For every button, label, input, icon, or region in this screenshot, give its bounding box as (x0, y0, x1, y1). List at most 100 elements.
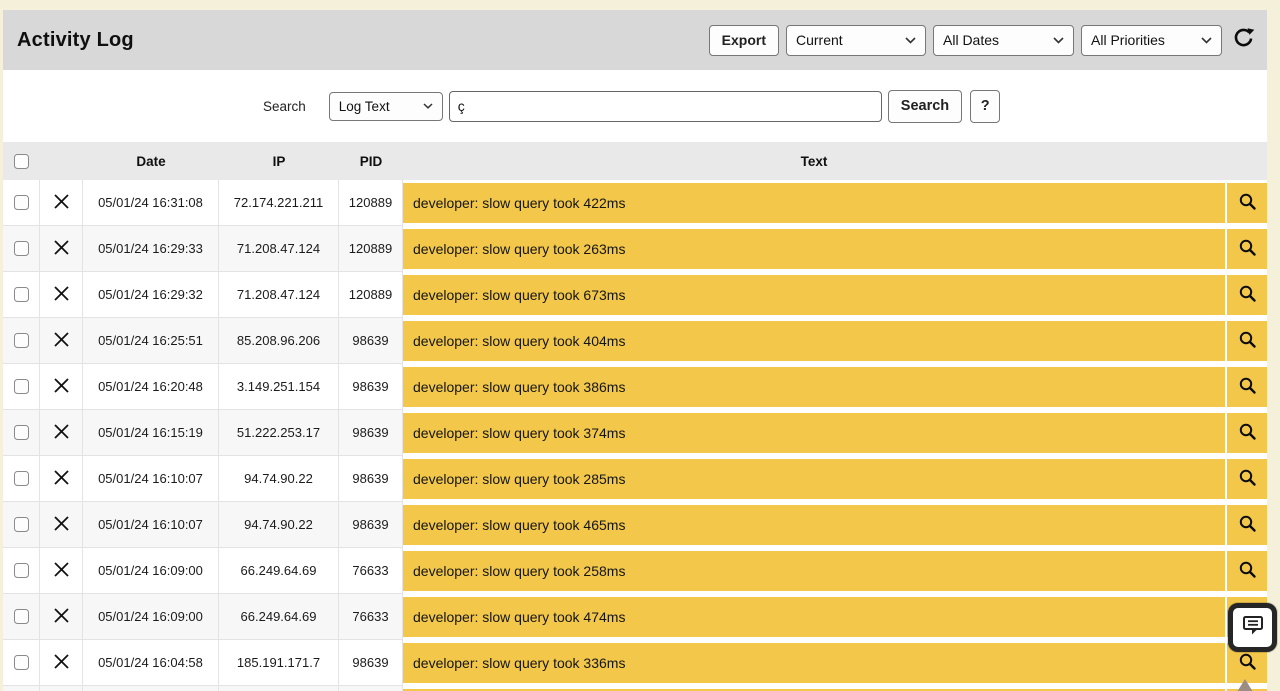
pid-cell: 98639 (339, 502, 403, 548)
text-cell: developer: slow query took 474ms (403, 594, 1225, 640)
magnify-button[interactable] (1227, 551, 1267, 591)
row-checkbox[interactable] (14, 287, 29, 302)
x-icon (53, 377, 70, 397)
refresh-icon (1232, 27, 1255, 53)
chevron-down-icon (905, 37, 916, 44)
row-checkbox[interactable] (14, 517, 29, 532)
log-text: developer: slow query took 404ms (403, 321, 1225, 361)
delete-button[interactable] (53, 607, 70, 627)
text-cell: developer: slow query took 374ms (403, 410, 1225, 456)
row-checkbox[interactable] (14, 195, 29, 210)
delete-button[interactable] (53, 653, 70, 673)
priorities-select[interactable]: All Priorities (1081, 25, 1222, 56)
row-checkbox[interactable] (14, 241, 29, 256)
delete-button[interactable] (53, 423, 70, 443)
pid-cell: 76633 (339, 548, 403, 594)
magnify-button[interactable] (1227, 413, 1267, 453)
delete-button[interactable] (53, 239, 70, 259)
magnify-cell (1225, 180, 1267, 226)
table-row: 05/01/24 16:29:33 71.208.47.124 120889 d… (3, 226, 1267, 272)
table-row: 05/01/24 16:15:19 51.222.253.17 98639 de… (3, 410, 1267, 456)
row-checkbox[interactable] (14, 333, 29, 348)
magnify-button[interactable] (1227, 183, 1267, 223)
magnify-button[interactable] (1227, 459, 1267, 499)
search-field-select-value: Log Text (339, 99, 390, 114)
dates-select-value: All Dates (943, 32, 999, 48)
view-select[interactable]: Current (786, 25, 926, 56)
magnify-button[interactable] (1227, 229, 1267, 269)
delete-button[interactable] (53, 561, 70, 581)
date-cell: 05/01/24 16:20:48 (83, 364, 219, 410)
magnifier-icon (1238, 468, 1257, 490)
column-header-pid: PID (339, 142, 403, 180)
magnify-button[interactable] (1227, 505, 1267, 545)
select-all-checkbox[interactable] (14, 154, 29, 169)
magnifier-icon (1238, 652, 1257, 674)
row-checkbox[interactable] (14, 471, 29, 486)
ip-cell: 94.74.90.22 (219, 502, 339, 548)
delete-button[interactable] (53, 285, 70, 305)
text-cell: developer: slow query took 673ms (403, 272, 1225, 318)
row-checkbox[interactable] (14, 609, 29, 624)
date-cell: 05/01/24 16:31:08 (83, 180, 219, 226)
chat-button[interactable] (1228, 603, 1277, 652)
text-cell: developer: slow query took 386ms (403, 364, 1225, 410)
pid-cell: 98639 (339, 318, 403, 364)
checkbox-cell (3, 594, 40, 640)
date-cell: 05/01/24 16:29:32 (83, 272, 219, 318)
delete-cell (40, 686, 83, 691)
x-icon (53, 239, 70, 259)
ip-cell: 71.208.47.124 (219, 272, 339, 318)
date-cell: 05/01/24 16:29:33 (83, 226, 219, 272)
search-input[interactable] (449, 91, 882, 122)
delete-column-header (40, 142, 83, 180)
export-button[interactable]: Export (709, 25, 779, 56)
date-cell: 05/01/24 16:25:51 (83, 318, 219, 364)
log-text: developer: slow query took 263ms (403, 229, 1225, 269)
magnify-button[interactable] (1227, 321, 1267, 361)
magnifier-icon (1238, 238, 1257, 260)
text-cell: developer: slow query took 404ms (403, 318, 1225, 364)
x-icon (53, 423, 70, 443)
delete-button[interactable] (53, 193, 70, 213)
search-field-select[interactable]: Log Text (329, 92, 443, 121)
magnify-button[interactable] (1227, 367, 1267, 407)
delete-cell (40, 272, 83, 318)
ip-cell: 94.74.90.22 (219, 456, 339, 502)
magnify-button[interactable] (1227, 275, 1267, 315)
titlebar-controls: Export Current All Dates All Priorities (709, 25, 1255, 56)
row-checkbox[interactable] (14, 563, 29, 578)
row-checkbox[interactable] (14, 655, 29, 670)
chevron-down-icon (1201, 37, 1212, 44)
refresh-button[interactable] (1229, 27, 1255, 53)
help-button[interactable]: ? (970, 90, 1000, 123)
x-icon (53, 607, 70, 627)
delete-button[interactable] (53, 377, 70, 397)
pid-cell: 98639 (339, 640, 403, 686)
magnify-cell (1225, 272, 1267, 318)
pid-cell: 98639 (339, 364, 403, 410)
log-text: developer: slow query took 336ms (403, 643, 1225, 683)
pid-cell: 120889 (339, 272, 403, 318)
titlebar: Activity Log Export Current All Dates Al… (3, 10, 1267, 70)
table-row: 05/01/24 16:09:00 66.249.64.69 76633 dev… (3, 594, 1267, 640)
search-button[interactable]: Search (888, 90, 962, 123)
magnifier-icon (1238, 284, 1257, 306)
table-row: 05/01/24 16:10:07 94.74.90.22 98639 deve… (3, 456, 1267, 502)
delete-cell (40, 502, 83, 548)
column-header-ip: IP (219, 142, 339, 180)
delete-button[interactable] (53, 331, 70, 351)
row-checkbox[interactable] (14, 425, 29, 440)
date-cell: 05/01/24 16:09:00 (83, 594, 219, 640)
page-title: Activity Log (17, 29, 134, 52)
dates-select[interactable]: All Dates (933, 25, 1074, 56)
delete-cell (40, 456, 83, 502)
row-checkbox[interactable] (14, 379, 29, 394)
log-text: developer: slow query took 258ms (403, 551, 1225, 591)
table-row: 05/01/24 16:10:07 94.74.90.22 98639 deve… (3, 502, 1267, 548)
delete-button[interactable] (53, 469, 70, 489)
log-text: developer: slow query took 285ms (403, 459, 1225, 499)
x-icon (53, 469, 70, 489)
chevron-down-icon (1053, 37, 1064, 44)
delete-button[interactable] (53, 515, 70, 535)
